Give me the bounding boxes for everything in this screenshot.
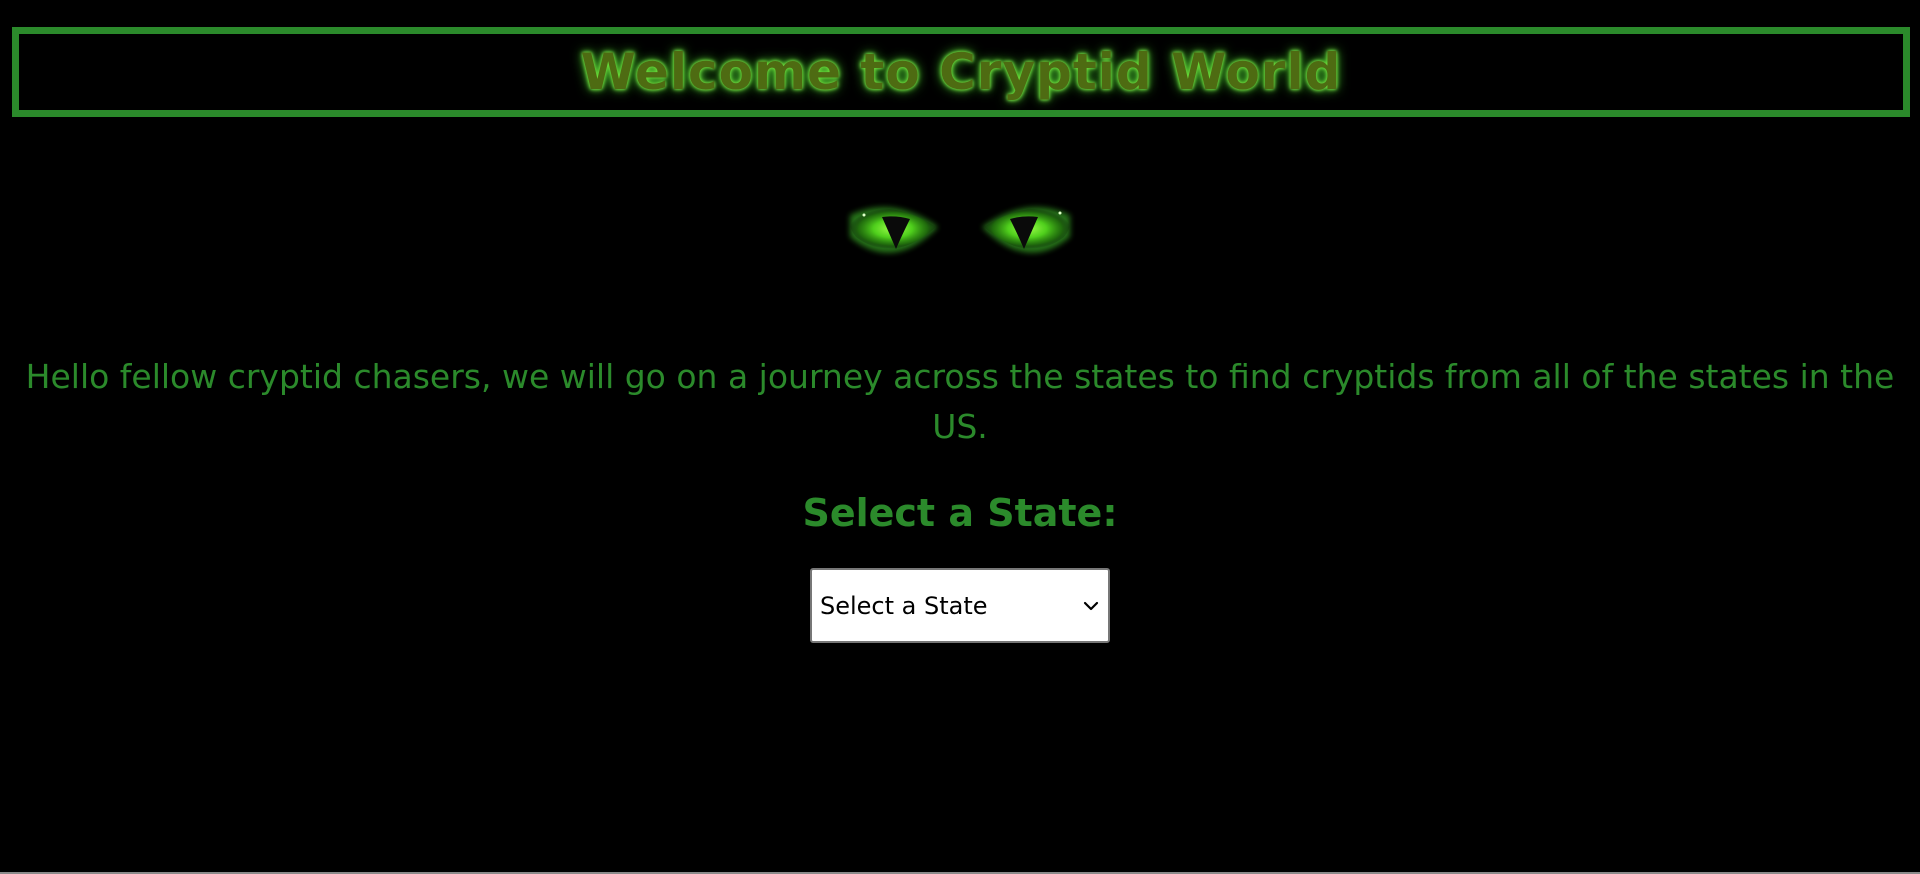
intro-text: Hello fellow cryptid chasers, we will go… [25, 357, 1895, 446]
page-header: Welcome to Cryptid World [12, 27, 1910, 117]
state-select-dropdown[interactable]: Select a State [810, 568, 1110, 643]
chevron-down-icon [1083, 601, 1099, 610]
state-select-value: Select a State [820, 591, 988, 620]
right-eye-icon [982, 207, 1071, 253]
state-select-label: Select a State: [802, 491, 1118, 535]
glowing-eyes-icon [849, 207, 1071, 253]
left-eye-icon [849, 207, 938, 253]
page-title: Welcome to Cryptid World [580, 43, 1342, 101]
